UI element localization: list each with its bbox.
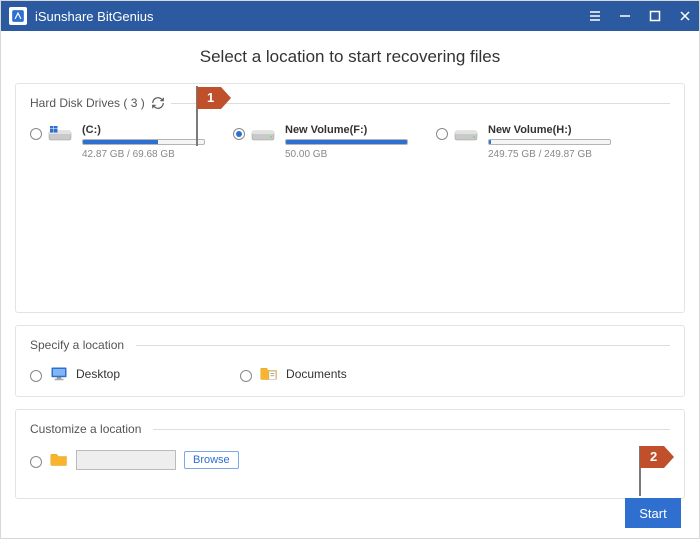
- svg-text:2: 2: [650, 449, 657, 464]
- drive-name: New Volume(H:): [488, 124, 611, 136]
- drive-usage-bar: [82, 139, 205, 145]
- location-item[interactable]: Documents: [240, 366, 347, 382]
- minimize-icon[interactable]: [617, 8, 633, 24]
- documents-icon: [260, 366, 278, 382]
- disk-icon: [251, 126, 275, 142]
- drive-size: 42.87 GB / 69.68 GB: [82, 149, 205, 160]
- customize-panel: Customize a location Browse 2: [15, 409, 685, 499]
- folder-icon: [50, 452, 68, 468]
- drive-item[interactable]: New Volume(F:) 50.00 GB: [233, 124, 408, 160]
- drive-size: 50.00 GB: [285, 149, 408, 160]
- drive-item[interactable]: New Volume(H:) 249.75 GB / 249.87 GB: [436, 124, 611, 160]
- callout-flag-2: 2: [640, 446, 674, 468]
- location-radio[interactable]: [240, 370, 252, 382]
- location-label: Desktop: [76, 367, 120, 381]
- specify-section-label: Specify a location: [30, 338, 124, 352]
- callout-flag-1: 1: [197, 87, 231, 109]
- drive-item[interactable]: (C:) 42.87 GB / 69.68 GB: [30, 124, 205, 160]
- titlebar: iSunshare BitGenius: [1, 1, 699, 31]
- specify-panel: Specify a location Desktop Documents: [15, 325, 685, 397]
- disk-icon: [454, 126, 478, 142]
- drives-section-label: Hard Disk Drives ( 3 ): [30, 96, 145, 110]
- disk-icon: [48, 126, 72, 142]
- drive-name: (C:): [82, 124, 205, 136]
- custom-location-radio[interactable]: [30, 456, 42, 468]
- desktop-icon: [50, 366, 68, 382]
- drive-radio[interactable]: [233, 128, 245, 140]
- drive-usage-bar: [488, 139, 611, 145]
- refresh-icon[interactable]: [151, 96, 165, 110]
- menu-icon[interactable]: [587, 8, 603, 24]
- drive-radio[interactable]: [30, 128, 42, 140]
- location-label: Documents: [286, 367, 347, 381]
- maximize-icon[interactable]: [647, 8, 663, 24]
- start-button[interactable]: Start: [625, 498, 681, 528]
- drives-panel: Hard Disk Drives ( 3 ) (C:) 42.87 GB / 69…: [15, 83, 685, 313]
- drive-radio[interactable]: [436, 128, 448, 140]
- svg-text:1: 1: [207, 90, 214, 105]
- page-title: Select a location to start recovering fi…: [15, 47, 685, 67]
- drive-size: 249.75 GB / 249.87 GB: [488, 149, 611, 160]
- drive-name: New Volume(F:): [285, 124, 408, 136]
- location-radio[interactable]: [30, 370, 42, 382]
- location-item[interactable]: Desktop: [30, 366, 120, 382]
- close-icon[interactable]: [677, 8, 693, 24]
- drive-usage-bar: [285, 139, 408, 145]
- window-title: iSunshare BitGenius: [35, 9, 587, 24]
- custom-path-input[interactable]: [76, 450, 176, 470]
- app-logo-icon: [9, 7, 27, 25]
- browse-button[interactable]: Browse: [184, 451, 239, 469]
- customize-section-label: Customize a location: [30, 422, 141, 436]
